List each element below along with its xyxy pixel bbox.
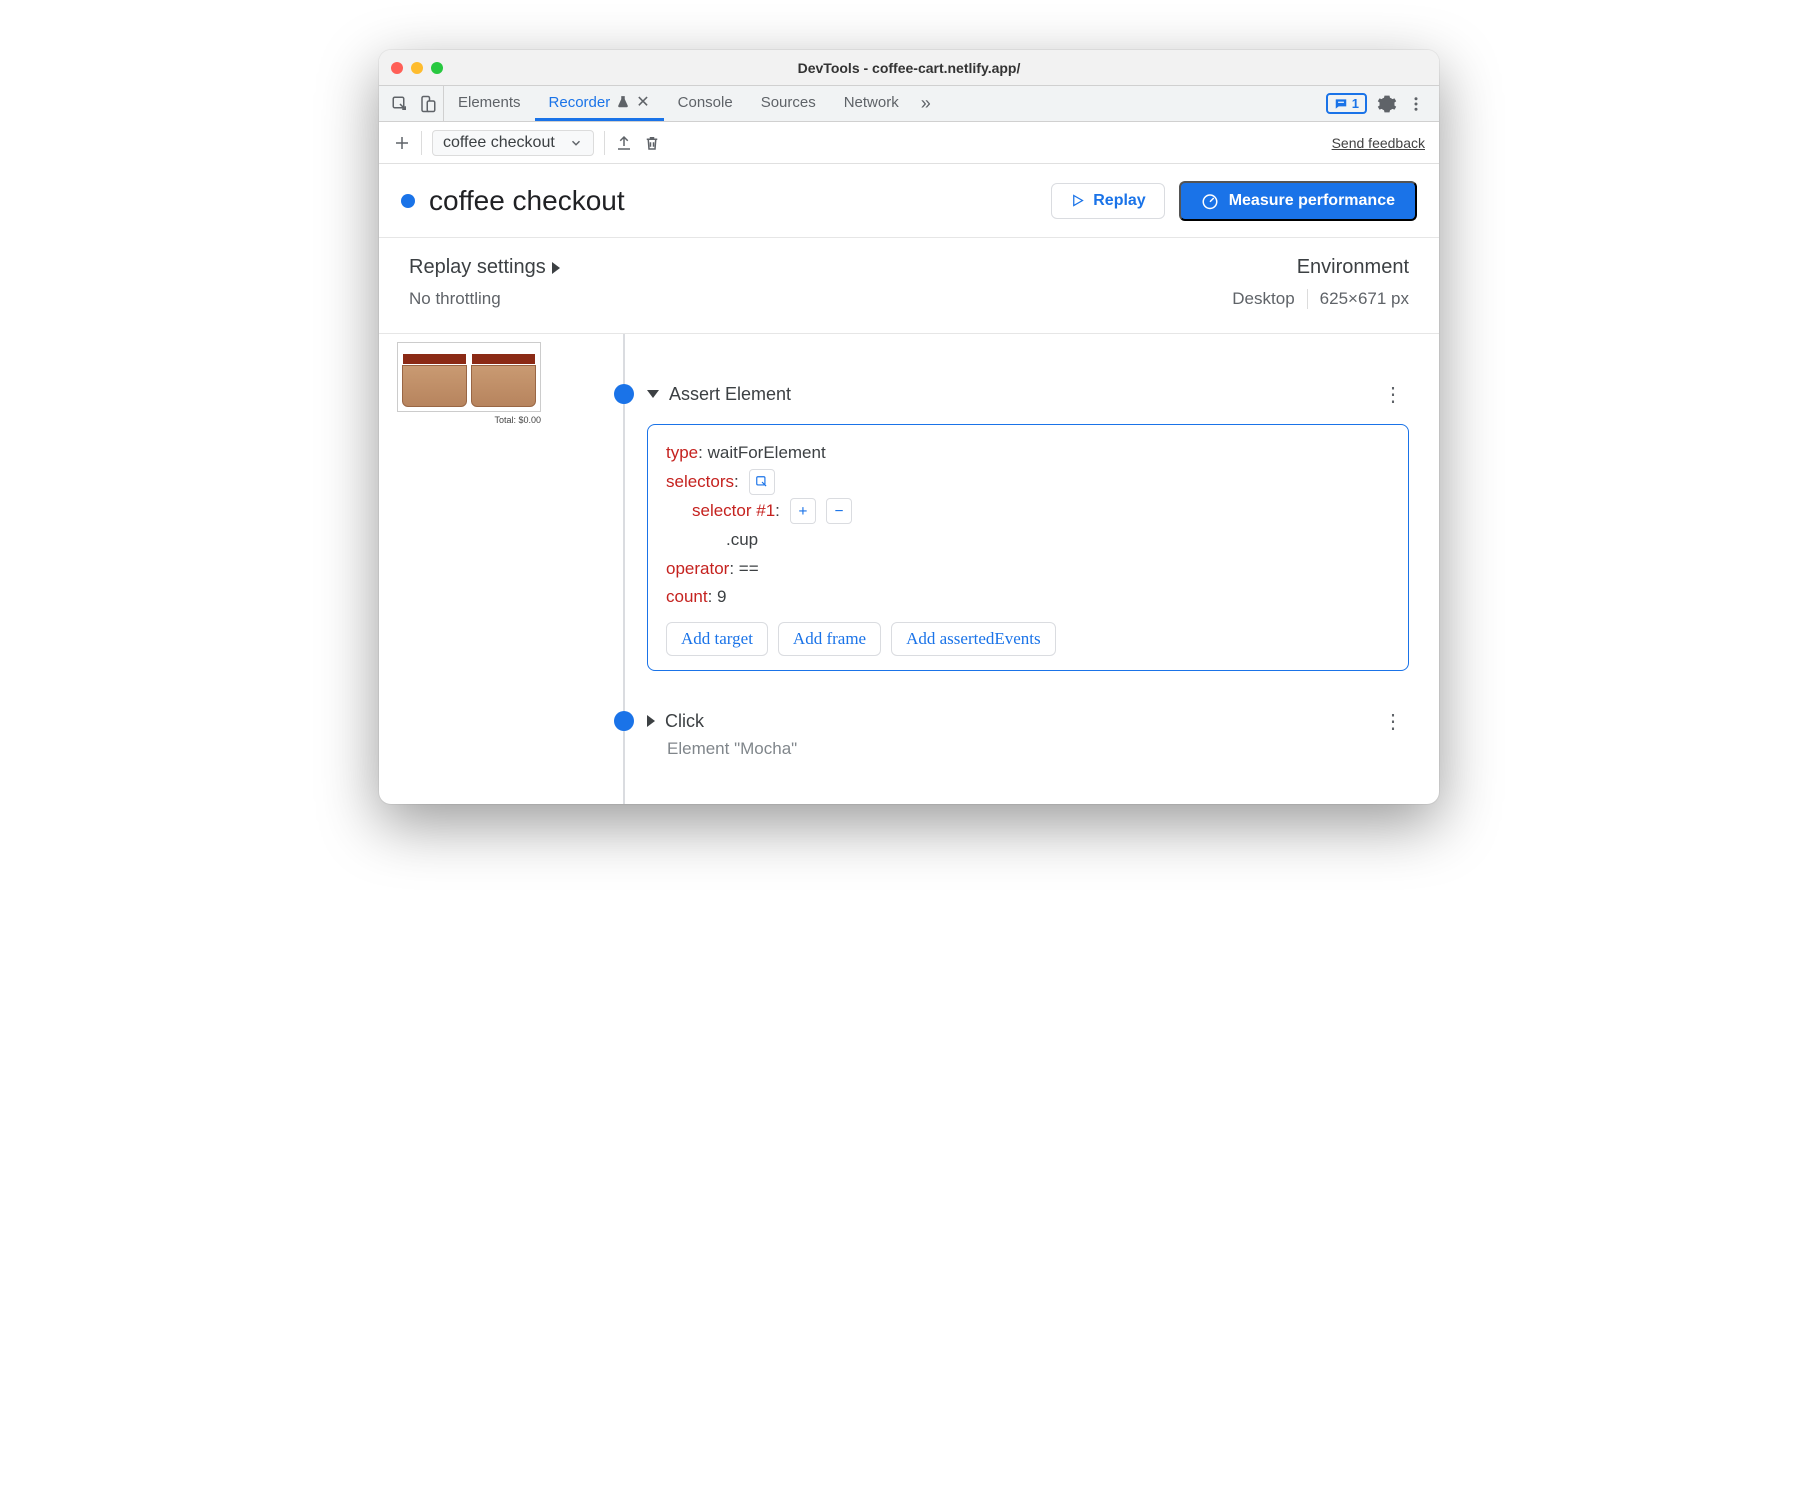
tab-network[interactable]: Network xyxy=(830,86,913,121)
tab-sources[interactable]: Sources xyxy=(747,86,830,121)
window-title: DevTools - coffee-cart.netlify.app/ xyxy=(379,60,1439,76)
replay-button[interactable]: Replay xyxy=(1051,183,1164,219)
measure-performance-button[interactable]: Measure performance xyxy=(1179,181,1417,221)
close-icon[interactable]: ✕ xyxy=(636,92,649,112)
step-assert-element: Assert Element ⋮ type: waitForElement se… xyxy=(623,342,1409,671)
gauge-icon xyxy=(1201,192,1219,210)
step-title: Assert Element xyxy=(669,384,791,405)
chat-icon xyxy=(1334,97,1348,111)
export-icon[interactable] xyxy=(615,134,633,152)
step-dot xyxy=(614,384,634,404)
selector-picker-icon[interactable] xyxy=(749,469,775,495)
timeline-body: Total: $0.00 Assert Element ⋮ type: wait… xyxy=(379,334,1439,804)
timeline-column[interactable]: Assert Element ⋮ type: waitForElement se… xyxy=(559,334,1439,804)
thumbnail-cup-icon xyxy=(471,365,536,407)
new-recording-icon[interactable] xyxy=(393,134,411,152)
step-title: Click xyxy=(665,711,704,732)
environment-title: Environment xyxy=(1297,256,1409,279)
recording-status-dot xyxy=(401,194,415,208)
detail-row: count: 9 xyxy=(666,583,1390,612)
add-selector-icon[interactable]: + xyxy=(790,498,816,524)
selector-value[interactable]: .cup xyxy=(666,526,1390,555)
tab-recorder[interactable]: Recorder ✕ xyxy=(535,86,664,121)
settings-row: Replay settings No throttling Environmen… xyxy=(379,238,1439,334)
chevron-right-icon xyxy=(552,262,560,274)
more-tabs-icon[interactable]: » xyxy=(913,86,939,121)
chevron-right-icon xyxy=(647,715,655,727)
remove-selector-icon[interactable]: − xyxy=(826,498,852,524)
step-dot xyxy=(614,711,634,731)
titlebar: DevTools - coffee-cart.netlify.app/ xyxy=(379,50,1439,86)
recording-select[interactable]: coffee checkout xyxy=(432,130,594,156)
send-feedback-link[interactable]: Send feedback xyxy=(1332,135,1425,151)
divider xyxy=(421,131,422,155)
step-header[interactable]: Assert Element ⋮ xyxy=(647,378,1409,410)
add-asserted-events-button[interactable]: Add assertedEvents xyxy=(891,622,1056,656)
replay-settings-toggle[interactable]: Replay settings xyxy=(409,256,560,279)
close-window-button[interactable] xyxy=(391,62,403,74)
kebab-menu-icon[interactable] xyxy=(1407,95,1425,113)
header-row: coffee checkout Replay Measure performan… xyxy=(379,164,1439,238)
throttling-status: No throttling xyxy=(409,289,560,309)
zoom-window-button[interactable] xyxy=(431,62,443,74)
divider xyxy=(1307,289,1308,309)
traffic-lights xyxy=(391,62,443,74)
device-label: Desktop xyxy=(1232,289,1294,309)
flask-icon xyxy=(616,95,630,109)
device-toolbar-icon[interactable] xyxy=(419,95,437,113)
dimensions-label: 625×671 px xyxy=(1320,289,1409,309)
recording-title: coffee checkout xyxy=(429,185,625,217)
thumbnail-total: Total: $0.00 xyxy=(397,415,541,425)
detail-row: selectors: xyxy=(666,468,1390,497)
step-thumbnail xyxy=(397,342,541,412)
tab-console[interactable]: Console xyxy=(664,86,747,121)
add-frame-button[interactable]: Add frame xyxy=(778,622,881,656)
thumbnail-cup-icon xyxy=(402,365,467,407)
messages-badge[interactable]: 1 xyxy=(1326,93,1367,114)
detail-row: type: waitForElement xyxy=(666,439,1390,468)
step-menu-icon[interactable]: ⋮ xyxy=(1377,709,1409,734)
step-details-panel: type: waitForElement selectors: selector… xyxy=(647,424,1409,671)
inspect-icon[interactable] xyxy=(391,95,409,113)
step-menu-icon[interactable]: ⋮ xyxy=(1377,382,1409,407)
settings-gear-icon[interactable] xyxy=(1377,94,1397,114)
chevron-down-icon xyxy=(647,390,659,398)
step-click: Click ⋮ Element "Mocha" xyxy=(623,701,1409,804)
recorder-toolbar: coffee checkout Send feedback xyxy=(379,122,1439,164)
devtools-window: DevTools - coffee-cart.netlify.app/ Elem… xyxy=(379,50,1439,804)
detail-row: operator: == xyxy=(666,555,1390,584)
detail-row: selector #1: + − xyxy=(666,497,1390,526)
add-target-button[interactable]: Add target xyxy=(666,622,768,656)
minimize-window-button[interactable] xyxy=(411,62,423,74)
trash-icon[interactable] xyxy=(643,134,661,152)
step-header[interactable]: Click ⋮ xyxy=(647,705,1409,737)
tabstrip: Elements Recorder ✕ Console Sources Netw… xyxy=(379,86,1439,122)
chevron-down-icon xyxy=(569,136,583,150)
divider xyxy=(604,131,605,155)
tab-elements[interactable]: Elements xyxy=(444,86,535,121)
step-subtitle: Element "Mocha" xyxy=(647,739,1409,759)
thumbnail-column: Total: $0.00 xyxy=(379,334,559,804)
play-icon xyxy=(1070,193,1085,208)
